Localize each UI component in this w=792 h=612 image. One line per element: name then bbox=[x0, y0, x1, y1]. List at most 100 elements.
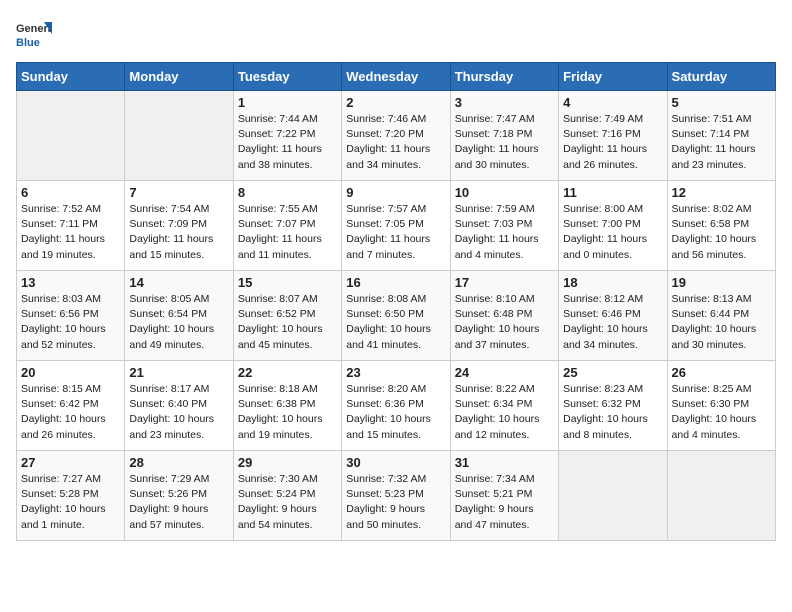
day-number: 9 bbox=[346, 185, 445, 200]
calendar-cell: 6 Sunrise: 7:52 AM Sunset: 7:11 PM Daylig… bbox=[17, 181, 125, 271]
calendar-cell: 16 Sunrise: 8:08 AM Sunset: 6:50 PM Dayli… bbox=[342, 271, 450, 361]
calendar-cell: 17 Sunrise: 8:10 AM Sunset: 6:48 PM Dayli… bbox=[450, 271, 558, 361]
day-info: Sunrise: 8:08 AM Sunset: 6:50 PM Dayligh… bbox=[346, 292, 445, 353]
day-number: 6 bbox=[21, 185, 120, 200]
day-info: Sunrise: 8:02 AM Sunset: 6:58 PM Dayligh… bbox=[672, 202, 771, 263]
day-number: 16 bbox=[346, 275, 445, 290]
logo: General Blue bbox=[16, 16, 56, 52]
calendar-cell: 23Sunrise: 8:20 AM Sunset: 6:36 PM Dayli… bbox=[342, 361, 450, 451]
day-info: Sunrise: 8:10 AM Sunset: 6:48 PM Dayligh… bbox=[455, 292, 554, 353]
week-row-2: 6 Sunrise: 7:52 AM Sunset: 7:11 PM Daylig… bbox=[17, 181, 776, 271]
calendar-table: SundayMondayTuesdayWednesdayThursdayFrid… bbox=[16, 62, 776, 541]
calendar-cell bbox=[17, 91, 125, 181]
day-info: Sunrise: 7:27 AM Sunset: 5:28 PM Dayligh… bbox=[21, 472, 120, 533]
day-info: Sunrise: 8:07 AM Sunset: 6:52 PM Dayligh… bbox=[238, 292, 337, 353]
day-number: 20 bbox=[21, 365, 120, 380]
calendar-cell: 15 Sunrise: 8:07 AM Sunset: 6:52 PM Dayli… bbox=[233, 271, 341, 361]
week-row-4: 20 Sunrise: 8:15 AM Sunset: 6:42 PM Dayli… bbox=[17, 361, 776, 451]
calendar-cell: 31 Sunrise: 7:34 AM Sunset: 5:21 PM Dayli… bbox=[450, 451, 558, 541]
week-row-1: 1 Sunrise: 7:44 AM Sunset: 7:22 PM Daylig… bbox=[17, 91, 776, 181]
day-number: 14 bbox=[129, 275, 228, 290]
calendar-cell: 5Sunrise: 7:51 AM Sunset: 7:14 PM Daylig… bbox=[667, 91, 775, 181]
calendar-cell: 25 Sunrise: 8:23 AM Sunset: 6:32 PM Dayli… bbox=[559, 361, 667, 451]
day-info: Sunrise: 8:03 AM Sunset: 6:56 PM Dayligh… bbox=[21, 292, 120, 353]
day-info: Sunrise: 8:12 AM Sunset: 6:46 PM Dayligh… bbox=[563, 292, 662, 353]
page-header: General Blue bbox=[16, 16, 776, 52]
day-info: Sunrise: 7:52 AM Sunset: 7:11 PM Dayligh… bbox=[21, 202, 120, 263]
calendar-cell: 26 Sunrise: 8:25 AM Sunset: 6:30 PM Dayli… bbox=[667, 361, 775, 451]
svg-text:Blue: Blue bbox=[16, 37, 40, 49]
day-info: Sunrise: 7:30 AM Sunset: 5:24 PM Dayligh… bbox=[238, 472, 337, 533]
logo-icon: General Blue bbox=[16, 16, 52, 52]
day-number: 25 bbox=[563, 365, 662, 380]
day-info: Sunrise: 7:49 AM Sunset: 7:16 PM Dayligh… bbox=[563, 112, 662, 173]
day-number: 30 bbox=[346, 455, 445, 470]
calendar-body: 1 Sunrise: 7:44 AM Sunset: 7:22 PM Daylig… bbox=[17, 91, 776, 541]
day-number: 29 bbox=[238, 455, 337, 470]
day-number: 28 bbox=[129, 455, 228, 470]
calendar-cell: 8Sunrise: 7:55 AM Sunset: 7:07 PM Daylig… bbox=[233, 181, 341, 271]
day-number: 11 bbox=[563, 185, 662, 200]
day-info: Sunrise: 7:34 AM Sunset: 5:21 PM Dayligh… bbox=[455, 472, 554, 533]
day-info: Sunrise: 8:25 AM Sunset: 6:30 PM Dayligh… bbox=[672, 382, 771, 443]
calendar-cell: 9 Sunrise: 7:57 AM Sunset: 7:05 PM Daylig… bbox=[342, 181, 450, 271]
day-number: 26 bbox=[672, 365, 771, 380]
day-number: 12 bbox=[672, 185, 771, 200]
day-info: Sunrise: 7:57 AM Sunset: 7:05 PM Dayligh… bbox=[346, 202, 445, 263]
day-number: 10 bbox=[455, 185, 554, 200]
day-number: 13 bbox=[21, 275, 120, 290]
day-info: Sunrise: 8:22 AM Sunset: 6:34 PM Dayligh… bbox=[455, 382, 554, 443]
calendar-cell: 14 Sunrise: 8:05 AM Sunset: 6:54 PM Dayli… bbox=[125, 271, 233, 361]
calendar-cell: 1 Sunrise: 7:44 AM Sunset: 7:22 PM Daylig… bbox=[233, 91, 341, 181]
calendar-cell bbox=[559, 451, 667, 541]
calendar-cell: 11 Sunrise: 8:00 AM Sunset: 7:00 PM Dayli… bbox=[559, 181, 667, 271]
calendar-cell bbox=[125, 91, 233, 181]
day-info: Sunrise: 8:20 AM Sunset: 6:36 PM Dayligh… bbox=[346, 382, 445, 443]
day-info: Sunrise: 7:32 AM Sunset: 5:23 PM Dayligh… bbox=[346, 472, 445, 533]
day-number: 17 bbox=[455, 275, 554, 290]
day-info: Sunrise: 7:46 AM Sunset: 7:20 PM Dayligh… bbox=[346, 112, 445, 173]
day-header-sunday: Sunday bbox=[17, 63, 125, 91]
calendar-cell: 29 Sunrise: 7:30 AM Sunset: 5:24 PM Dayli… bbox=[233, 451, 341, 541]
day-info: Sunrise: 8:17 AM Sunset: 6:40 PM Dayligh… bbox=[129, 382, 228, 443]
day-info: Sunrise: 7:55 AM Sunset: 7:07 PM Dayligh… bbox=[238, 202, 337, 263]
calendar-cell: 18 Sunrise: 8:12 AM Sunset: 6:46 PM Dayli… bbox=[559, 271, 667, 361]
day-info: Sunrise: 7:44 AM Sunset: 7:22 PM Dayligh… bbox=[238, 112, 337, 173]
calendar-cell: 3 Sunrise: 7:47 AM Sunset: 7:18 PM Daylig… bbox=[450, 91, 558, 181]
calendar-cell: 12 Sunrise: 8:02 AM Sunset: 6:58 PM Dayli… bbox=[667, 181, 775, 271]
day-header-friday: Friday bbox=[559, 63, 667, 91]
day-info: Sunrise: 8:00 AM Sunset: 7:00 PM Dayligh… bbox=[563, 202, 662, 263]
day-number: 24 bbox=[455, 365, 554, 380]
calendar-cell bbox=[667, 451, 775, 541]
day-info: Sunrise: 7:47 AM Sunset: 7:18 PM Dayligh… bbox=[455, 112, 554, 173]
week-row-5: 27Sunrise: 7:27 AM Sunset: 5:28 PM Dayli… bbox=[17, 451, 776, 541]
day-number: 18 bbox=[563, 275, 662, 290]
day-header-saturday: Saturday bbox=[667, 63, 775, 91]
day-header-tuesday: Tuesday bbox=[233, 63, 341, 91]
day-info: Sunrise: 8:23 AM Sunset: 6:32 PM Dayligh… bbox=[563, 382, 662, 443]
calendar-cell: 13 Sunrise: 8:03 AM Sunset: 6:56 PM Dayli… bbox=[17, 271, 125, 361]
day-header-wednesday: Wednesday bbox=[342, 63, 450, 91]
week-row-3: 13 Sunrise: 8:03 AM Sunset: 6:56 PM Dayli… bbox=[17, 271, 776, 361]
day-number: 22 bbox=[238, 365, 337, 380]
calendar-cell: 28Sunrise: 7:29 AM Sunset: 5:26 PM Dayli… bbox=[125, 451, 233, 541]
day-number: 3 bbox=[455, 95, 554, 110]
day-number: 19 bbox=[672, 275, 771, 290]
day-number: 7 bbox=[129, 185, 228, 200]
day-number: 21 bbox=[129, 365, 228, 380]
day-info: Sunrise: 8:05 AM Sunset: 6:54 PM Dayligh… bbox=[129, 292, 228, 353]
calendar-cell: 30 Sunrise: 7:32 AM Sunset: 5:23 PM Dayli… bbox=[342, 451, 450, 541]
day-number: 1 bbox=[238, 95, 337, 110]
day-info: Sunrise: 8:15 AM Sunset: 6:42 PM Dayligh… bbox=[21, 382, 120, 443]
day-info: Sunrise: 7:59 AM Sunset: 7:03 PM Dayligh… bbox=[455, 202, 554, 263]
day-number: 31 bbox=[455, 455, 554, 470]
calendar-cell: 27Sunrise: 7:27 AM Sunset: 5:28 PM Dayli… bbox=[17, 451, 125, 541]
day-number: 15 bbox=[238, 275, 337, 290]
calendar-cell: 2 Sunrise: 7:46 AM Sunset: 7:20 PM Daylig… bbox=[342, 91, 450, 181]
calendar-cell: 7Sunrise: 7:54 AM Sunset: 7:09 PM Daylig… bbox=[125, 181, 233, 271]
calendar-cell: 24 Sunrise: 8:22 AM Sunset: 6:34 PM Dayli… bbox=[450, 361, 558, 451]
day-number: 2 bbox=[346, 95, 445, 110]
day-header-monday: Monday bbox=[125, 63, 233, 91]
calendar-cell: 21 Sunrise: 8:17 AM Sunset: 6:40 PM Dayli… bbox=[125, 361, 233, 451]
day-number: 4 bbox=[563, 95, 662, 110]
